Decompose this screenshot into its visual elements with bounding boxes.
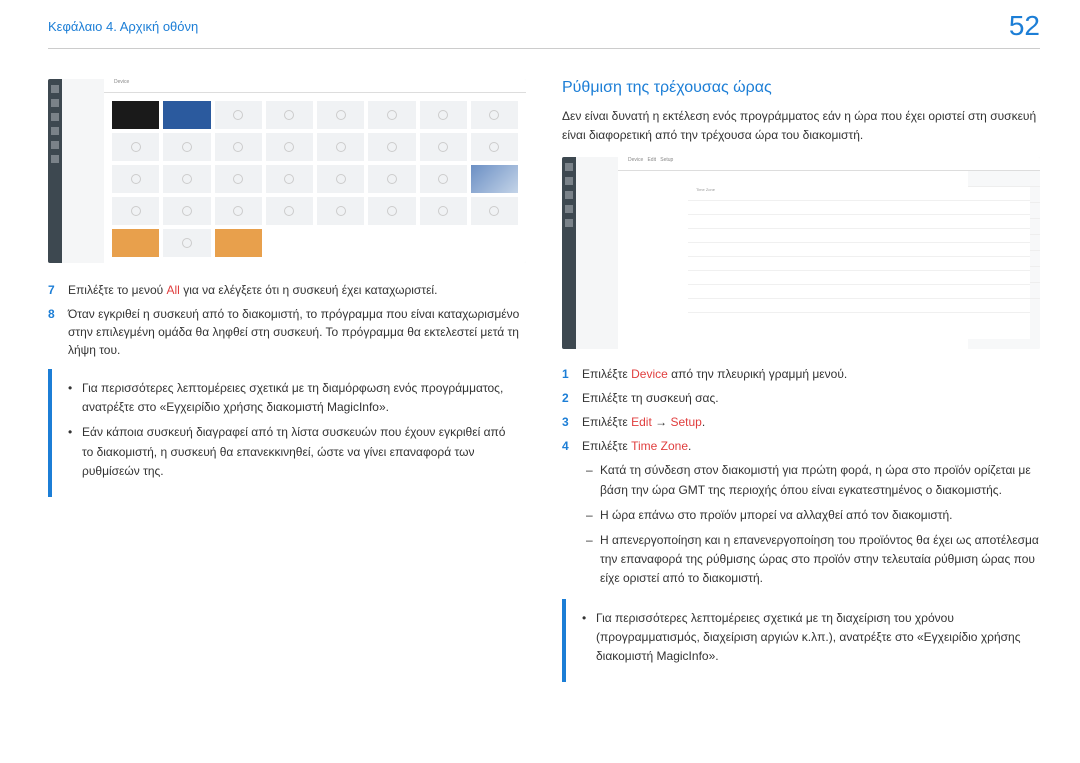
screenshot-device-grid: Device	[48, 79, 526, 263]
breadcrumb: Κεφάλαιο 4. Αρχική οθόνη	[48, 19, 198, 34]
highlight-setup: Setup	[670, 415, 701, 429]
note-box-right: Για περισσότερες λεπτομέρειες σχετικά με…	[562, 599, 1040, 683]
note-item: Εάν κάποια συσκευή διαγραφεί από τη λίστ…	[66, 423, 516, 481]
sub-bullet: Η απενεργοποίηση και η επανενεργοποίηση …	[586, 531, 1040, 589]
sub-bullet: Η ώρα επάνω στο προϊόν μπορεί να αλλαχθε…	[586, 506, 1040, 525]
step-7: 7 Επιλέξτε το μενού All για να ελέγξετε …	[48, 281, 526, 299]
step-number: 8	[48, 305, 60, 359]
step-3: 3 Επιλέξτε Edit → Setup.	[562, 413, 1040, 431]
highlight-timezone: Time Zone	[631, 439, 688, 453]
step-4: 4 Επιλέξτε Time Zone.	[562, 437, 1040, 455]
steps-list-right: 1 Επιλέξτε Device από την πλευρική γραμμ…	[562, 365, 1040, 455]
arrow-icon: →	[652, 415, 671, 429]
step-1: 1 Επιλέξτε Device από την πλευρική γραμμ…	[562, 365, 1040, 383]
note-item: Για περισσότερες λεπτομέρειες σχετικά με…	[66, 379, 516, 417]
note-box-left: Για περισσότερες λεπτομέρειες σχετικά με…	[48, 369, 526, 497]
page-number: 52	[1009, 10, 1040, 42]
step-2: 2 Επιλέξτε τη συσκευή σας.	[562, 389, 1040, 407]
steps-list-left: 7 Επιλέξτε το μενού All για να ελέγξετε …	[48, 281, 526, 359]
step-number: 7	[48, 281, 60, 299]
section-title-time: Ρύθμιση της τρέχουσας ώρας	[562, 79, 1040, 97]
sub-bullet: Κατά τη σύνδεση στον διακομιστή για πρώτ…	[586, 461, 1040, 499]
note-item: Για περισσότερες λεπτομέρειες σχετικά με…	[580, 609, 1030, 667]
intro-text: Δεν είναι δυνατή η εκτέλεση ενός προγράμ…	[562, 107, 1040, 145]
step-8: 8 Όταν εγκριθεί η συσκευή από το διακομι…	[48, 305, 526, 359]
highlight-edit: Edit	[631, 415, 652, 429]
highlight-all: All	[167, 283, 180, 297]
screenshot-device-setup: Device Edit Setup Time Zone	[562, 157, 1040, 349]
sub-bullet-list: Κατά τη σύνδεση στον διακομιστή για πρώτ…	[562, 461, 1040, 588]
highlight-device: Device	[631, 367, 668, 381]
